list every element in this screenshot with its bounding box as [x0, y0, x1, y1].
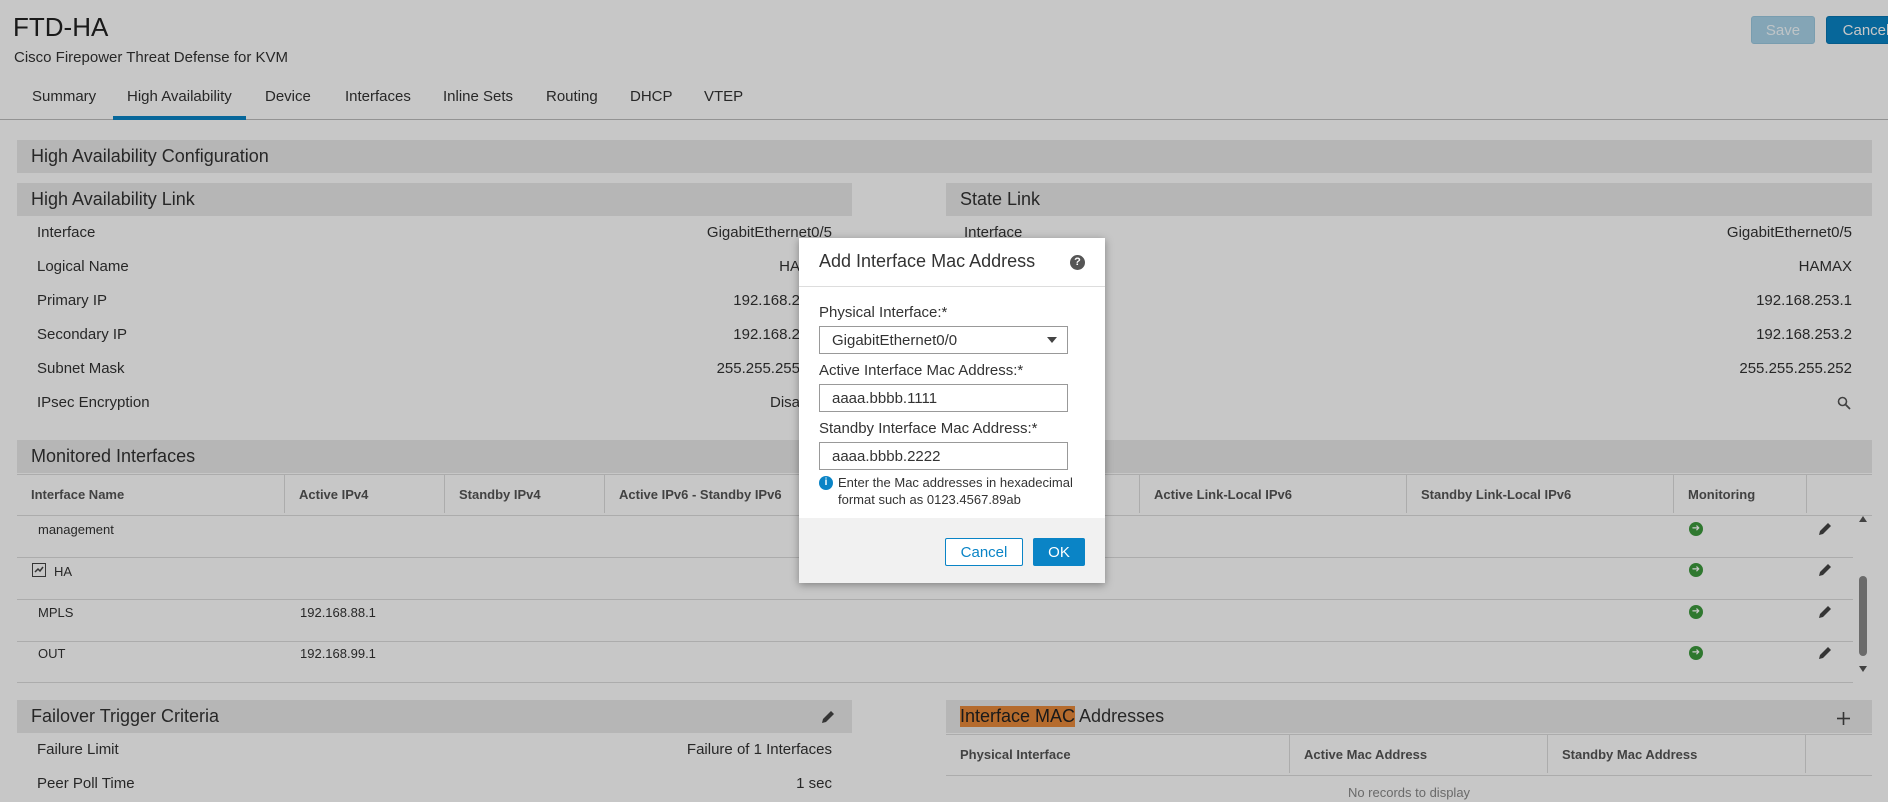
dialog-ok-button[interactable]: OK: [1033, 538, 1085, 566]
add-mac-dialog: Add Interface Mac Address ? Physical Int…: [799, 238, 1105, 583]
dialog-cancel-button[interactable]: Cancel: [945, 538, 1023, 566]
dialog-title: Add Interface Mac Address: [819, 251, 1036, 271]
standby-mac-label: Standby Interface Mac Address:*: [819, 420, 1038, 437]
physical-interface-value: GigabitEthernet0/0: [832, 331, 958, 349]
active-mac-label: Active Interface Mac Address:*: [819, 362, 1024, 379]
help-icon[interactable]: ?: [1070, 255, 1085, 270]
physical-interface-select[interactable]: GigabitEthernet0/0: [819, 326, 1068, 354]
standby-mac-value: aaaa.bbbb.2222: [832, 447, 941, 465]
physical-interface-label: Physical Interface:*: [819, 304, 948, 321]
active-mac-value: aaaa.bbbb.1111: [832, 389, 938, 407]
active-mac-input[interactable]: aaaa.bbbb.1111: [819, 384, 1068, 412]
info-icon: i: [819, 476, 833, 490]
mac-format-hint: Enter the Mac addresses in hexadecimal f…: [838, 475, 1073, 507]
chevron-down-icon: [1047, 337, 1057, 343]
standby-mac-input[interactable]: aaaa.bbbb.2222: [819, 442, 1068, 470]
dialog-divider: [799, 286, 1105, 287]
